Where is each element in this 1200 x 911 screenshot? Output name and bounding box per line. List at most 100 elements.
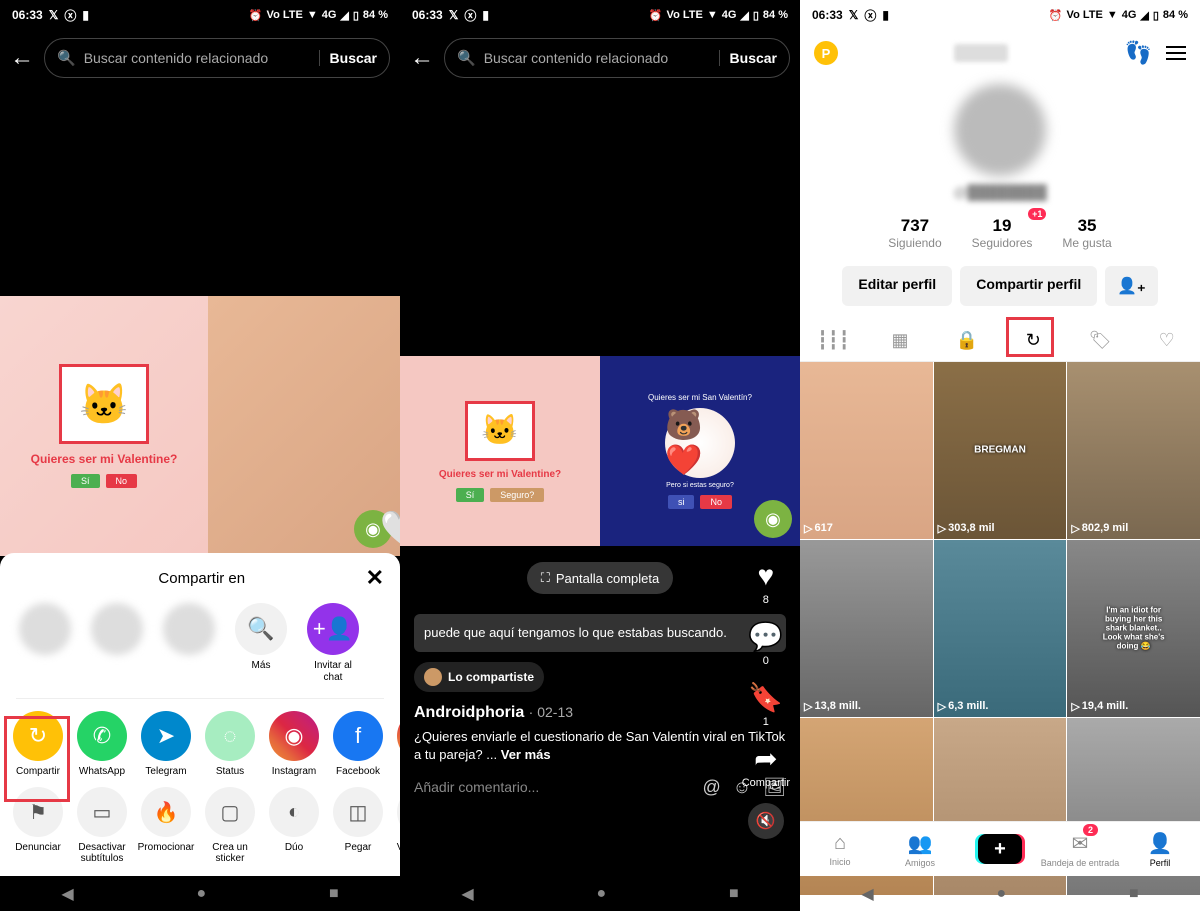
following-stat[interactable]: 737Siguiendo (888, 216, 941, 250)
tab-reposts[interactable]: ↻ (1000, 320, 1067, 361)
thumb-4[interactable]: ▷ 6,3 mill. (934, 540, 1067, 717)
save-button[interactable]: 🔖1 (748, 681, 783, 728)
profile-handle: @████████ (800, 184, 1200, 200)
close-icon[interactable]: ✕ (366, 565, 384, 591)
friends-icon: 👥 (908, 831, 933, 856)
system-nav[interactable]: ◀●■ (0, 876, 400, 911)
share-whatsapp[interactable]: ✆WhatsApp (70, 711, 134, 777)
fullscreen-button[interactable]: ⛶Pantalla completa (527, 562, 673, 594)
tab-private[interactable]: 🔒 (933, 320, 1000, 361)
tab-liked[interactable]: ♡ (1133, 320, 1200, 361)
duet-icon: ◐ (269, 787, 319, 837)
thumb-2[interactable]: ▷ 802,9 mil (1067, 362, 1200, 539)
speed[interactable]: ⏩Veloc repro (390, 787, 400, 864)
invite-chat[interactable]: +👤Invitar al chat (304, 603, 362, 684)
bookmark-icon: 🔖 (748, 681, 783, 714)
add-user-icon: +👤 (313, 616, 353, 642)
home-icon: ⌂ (834, 832, 846, 855)
status-bar: 06:33𝕏ⓧ▮ ⏰Vo LTE▼4G◢▯84 % (400, 0, 800, 30)
system-nav[interactable]: ◀●■ (800, 876, 1200, 911)
video-preview[interactable]: 🐱 Quieres ser mi Valentine? SíSeguro? Qu… (400, 356, 800, 546)
edit-profile-button[interactable]: Editar perfil (842, 266, 952, 306)
mention-icon[interactable]: @ (702, 777, 720, 798)
add-friend-button[interactable]: 👤₊ (1105, 266, 1157, 306)
footsteps-icon[interactable]: 👣 (1125, 40, 1152, 66)
followers-stat[interactable]: 19Seguidores+1 (972, 216, 1033, 250)
back-icon[interactable]: ← (10, 44, 34, 72)
system-nav[interactable]: ◀●■ (400, 876, 800, 911)
nav-friends[interactable]: 👥Amigos (880, 822, 960, 876)
nav-inbox[interactable]: ✉Bandeja de entrada2 (1040, 822, 1120, 876)
tab-posts[interactable]: ▦ (867, 320, 934, 361)
comment-icon: 💬 (748, 620, 783, 653)
tab-feed-settings[interactable]: ┇┇┇ (800, 320, 867, 361)
nav-profile[interactable]: 👤Perfil (1120, 822, 1200, 876)
video-preview[interactable]: 🐱 Quieres ser mi Valentine? SíNo ◉ 🤍 (0, 296, 400, 556)
tab-saved[interactable]: 🏷 (1067, 320, 1134, 361)
share-button[interactable]: ➦Compartir (742, 742, 790, 789)
thumb-1[interactable]: BREGMAN▷ 303,8 mil (934, 362, 1067, 539)
repost-button[interactable]: ↻Compartir (6, 711, 70, 777)
coin-icon[interactable]: P (814, 41, 838, 65)
mute-icon: 🔇 (756, 811, 776, 831)
share-profile-button[interactable]: Compartir perfil (960, 266, 1097, 306)
promote[interactable]: 🔥Promocionar (134, 787, 198, 864)
status-icon: ◌ (205, 711, 255, 761)
share-ig-dm[interactable]: ◉Inst (390, 711, 400, 777)
repost-icon: ↻ (1026, 330, 1041, 350)
contact-3[interactable] (160, 603, 218, 655)
search-input[interactable]: 🔍 Buscar contenido relacionado Buscar (44, 38, 390, 78)
share-telegram[interactable]: ➤Telegram (134, 711, 198, 777)
create-sticker[interactable]: ▢Crea un sticker (198, 787, 262, 864)
phone-2-video-feed: 06:33𝕏ⓧ▮ ⏰Vo LTE▼4G◢▯84 % ← 🔍 Buscar con… (400, 0, 800, 911)
report-button[interactable]: ⚑Denunciar (6, 787, 70, 864)
profile-avatar[interactable] (954, 84, 1046, 176)
reposted-badge: Lo compartiste (414, 662, 544, 692)
instagram-icon: ◉ (269, 711, 319, 761)
thumb-0[interactable]: ▷ 617 (800, 362, 933, 539)
flame-icon: 🔥 (141, 787, 191, 837)
avatar-icon (424, 668, 442, 686)
search-icon: 🔍 (247, 616, 274, 642)
like-button[interactable]: ♥8 (758, 560, 775, 606)
status-bar: 06:33𝕏ⓧ▮ ⏰Vo LTE▼4G◢▯84 % (0, 0, 400, 30)
search-button[interactable]: Buscar (719, 50, 777, 66)
more-contacts[interactable]: 🔍Más (232, 603, 290, 672)
duet[interactable]: ◐Dúo (262, 787, 326, 864)
search-input[interactable]: 🔍 Buscar contenido relacionado Buscar (444, 38, 790, 78)
bottom-nav: ⌂Inicio 👥Amigos + ✉Bandeja de entrada2 👤… (800, 821, 1200, 876)
fullscreen-icon: ⛶ (541, 570, 550, 586)
comment-input[interactable]: Añadir comentario... (414, 779, 692, 795)
video-username[interactable]: Androidphoria · 02-13 (414, 704, 786, 722)
stitch-icon: ◫ (333, 787, 383, 837)
thumb-5[interactable]: I'm an idiot for buying her this shark b… (1067, 540, 1200, 717)
share-instagram[interactable]: ◉Instagram (262, 711, 326, 777)
whatsapp-icon: ✆ (77, 711, 127, 761)
search-button[interactable]: Buscar (319, 50, 377, 66)
back-icon[interactable]: ← (410, 44, 434, 72)
repost-icon: ↻ (13, 711, 63, 761)
share-facebook[interactable]: fFacebook (326, 711, 390, 777)
search-suggestion[interactable]: puede que aquí tengamos lo que estabas b… (414, 614, 786, 652)
share-icon: ➦ (754, 742, 777, 775)
captions-off[interactable]: ▭Desactivar subtítulos (70, 787, 134, 864)
likes-stat[interactable]: 35Me gusta (1062, 216, 1111, 250)
contact-2[interactable] (88, 603, 146, 655)
like-icon[interactable]: 🤍 (380, 508, 400, 546)
video-grid: ▷ 617 BREGMAN▷ 303,8 mil ▷ 802,9 mil ▷ 1… (800, 362, 1200, 895)
mute-button[interactable]: 🔇 (748, 803, 784, 839)
profile-icon: 👤 (1148, 831, 1173, 856)
comments-button[interactable]: 💬0 (748, 620, 783, 667)
nav-home[interactable]: ⌂Inicio (800, 822, 880, 876)
contact-1[interactable] (16, 603, 74, 655)
add-user-icon: 👤₊ (1117, 278, 1145, 295)
menu-icon[interactable] (1166, 46, 1186, 60)
heart-icon: ♡ (1159, 330, 1175, 350)
nav-create[interactable]: + (960, 822, 1040, 876)
profile-name[interactable] (954, 44, 1008, 62)
share-status[interactable]: ◌Status (198, 711, 262, 777)
video-caption[interactable]: ¿Quieres enviarle el cuestionario de San… (414, 728, 786, 764)
phone-1-share-sheet: 06:33𝕏ⓧ▮ ⏰Vo LTE▼4G◢▯84 % ← 🔍 Buscar con… (0, 0, 400, 911)
stitch[interactable]: ◫Pegar (326, 787, 390, 864)
thumb-3[interactable]: ▷ 13,8 mill. (800, 540, 933, 717)
